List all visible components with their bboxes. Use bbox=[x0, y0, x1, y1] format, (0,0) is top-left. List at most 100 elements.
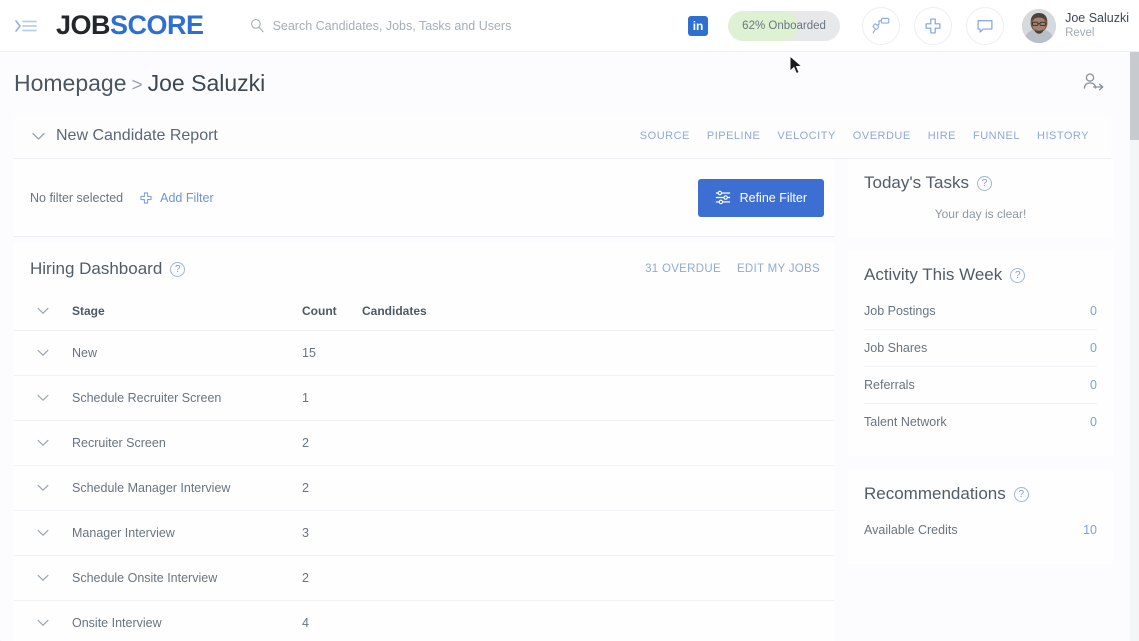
tab-hire[interactable]: HIRE bbox=[928, 130, 956, 142]
question-mark-icon[interactable]: ? bbox=[1010, 267, 1026, 283]
recommendations-value[interactable]: 10 bbox=[1083, 523, 1097, 537]
tab-source[interactable]: SOURCE bbox=[640, 130, 690, 142]
row-expand-cell[interactable] bbox=[14, 600, 72, 641]
chat-bubble-icon[interactable] bbox=[966, 6, 1005, 45]
row-candidates bbox=[362, 420, 482, 466]
activity-value[interactable]: 0 bbox=[1090, 304, 1097, 318]
logo-score: SCORE bbox=[110, 10, 204, 40]
report-tabs: SOURCE PIPELINE VELOCITY OVERDUE HIRE FU… bbox=[640, 130, 1111, 142]
breadcrumb: Homepage > Joe Saluzki bbox=[14, 70, 265, 97]
row-count[interactable]: 15 bbox=[302, 330, 362, 376]
user-company: Revel bbox=[1065, 27, 1095, 40]
expand-all-cell[interactable] bbox=[14, 295, 72, 331]
activity-label: Job Postings bbox=[864, 304, 936, 318]
row-count[interactable]: 3 bbox=[302, 510, 362, 556]
todays-tasks-panel: Today's Tasks ? Your day is clear! bbox=[848, 159, 1113, 237]
breadcrumb-separator: > bbox=[131, 74, 143, 96]
row-candidates bbox=[362, 330, 482, 376]
table-row[interactable]: Manager Interview 3 bbox=[14, 510, 834, 556]
row-stage: Onsite Interview bbox=[72, 600, 302, 641]
activity-row: Job Shares 0 bbox=[864, 330, 1097, 367]
jobscore-logo[interactable]: JOBSCORE bbox=[56, 12, 204, 39]
tab-overdue[interactable]: OVERDUE bbox=[853, 130, 911, 142]
row-spacer bbox=[482, 375, 834, 421]
paint-roller-icon[interactable] bbox=[862, 6, 901, 45]
row-candidates bbox=[362, 555, 482, 601]
tab-history[interactable]: HISTORY bbox=[1037, 130, 1089, 142]
column-header-stage: Stage bbox=[72, 295, 302, 331]
onboarding-progress-label: 62% Onboarded bbox=[742, 19, 826, 32]
tab-funnel[interactable]: FUNNEL bbox=[973, 130, 1020, 142]
activity-value[interactable]: 0 bbox=[1090, 415, 1097, 429]
tab-velocity[interactable]: VELOCITY bbox=[777, 130, 835, 142]
page-scrollbar[interactable] bbox=[1130, 52, 1139, 641]
chevron-down-icon[interactable] bbox=[37, 304, 49, 318]
recommendations-title: Recommendations bbox=[864, 484, 1006, 503]
right-sidebar: Today's Tasks ? Your day is clear! Activ… bbox=[848, 159, 1113, 578]
row-count[interactable]: 1 bbox=[302, 375, 362, 421]
row-candidates bbox=[362, 465, 482, 511]
chevron-down-icon[interactable] bbox=[37, 391, 49, 405]
edit-my-jobs-link[interactable]: EDIT MY JOBS bbox=[737, 263, 820, 275]
row-stage: Recruiter Screen bbox=[72, 420, 302, 466]
refine-filter-label: Refine Filter bbox=[739, 190, 807, 205]
chevron-down-icon[interactable] bbox=[37, 346, 49, 360]
row-expand-cell[interactable] bbox=[14, 555, 72, 601]
row-stage: Schedule Recruiter Screen bbox=[72, 375, 302, 421]
chevron-down-icon[interactable] bbox=[37, 571, 49, 585]
table-row[interactable]: Onsite Interview 4 bbox=[14, 600, 834, 641]
report-title: New Candidate Report bbox=[56, 127, 218, 144]
row-count[interactable]: 2 bbox=[302, 420, 362, 466]
linkedin-icon[interactable]: in bbox=[688, 15, 709, 36]
table-row[interactable]: Schedule Manager Interview 2 bbox=[14, 465, 834, 511]
row-count[interactable]: 4 bbox=[302, 600, 362, 641]
row-spacer bbox=[482, 555, 834, 601]
recommendations-label: Available Credits bbox=[864, 523, 958, 537]
table-row[interactable]: New 15 bbox=[14, 330, 834, 376]
global-search[interactable] bbox=[250, 18, 689, 33]
row-count[interactable]: 2 bbox=[302, 555, 362, 601]
table-row[interactable]: Recruiter Screen 2 bbox=[14, 420, 834, 466]
scrollbar-thumb[interactable] bbox=[1130, 52, 1139, 140]
row-count[interactable]: 2 bbox=[302, 465, 362, 511]
add-filter-button[interactable]: Add Filter bbox=[139, 191, 214, 205]
tab-pipeline[interactable]: PIPELINE bbox=[707, 130, 761, 142]
question-mark-icon[interactable]: ? bbox=[976, 175, 992, 191]
breadcrumb-home[interactable]: Homepage bbox=[14, 70, 127, 97]
chevron-down-icon[interactable] bbox=[37, 481, 49, 495]
user-switch-icon[interactable] bbox=[1081, 72, 1107, 99]
overdue-link[interactable]: 31 OVERDUE bbox=[645, 263, 721, 275]
row-expand-cell[interactable] bbox=[14, 465, 72, 511]
activity-value[interactable]: 0 bbox=[1090, 378, 1097, 392]
hiring-dashboard-links: 31 OVERDUE EDIT MY JOBS bbox=[645, 263, 830, 275]
stages-table-body: New 15 Schedule Recruiter Screen 1 Recru… bbox=[14, 330, 834, 641]
row-candidates bbox=[362, 375, 482, 421]
search-input[interactable] bbox=[272, 18, 603, 33]
chevron-down-icon[interactable] bbox=[37, 526, 49, 540]
row-expand-cell[interactable] bbox=[14, 375, 72, 421]
row-expand-cell[interactable] bbox=[14, 510, 72, 556]
add-filter-label: Add Filter bbox=[160, 190, 214, 205]
stages-table-header-row: Stage Count Candidates bbox=[14, 295, 834, 331]
chevron-down-icon[interactable] bbox=[37, 436, 49, 450]
plus-icon[interactable] bbox=[914, 6, 953, 45]
report-title-toggle[interactable]: New Candidate Report bbox=[32, 127, 218, 145]
plus-icon bbox=[140, 191, 152, 204]
table-row[interactable]: Schedule Onsite Interview 2 bbox=[14, 555, 834, 601]
activity-label: Referrals bbox=[864, 378, 915, 392]
activity-value[interactable]: 0 bbox=[1090, 341, 1097, 355]
row-expand-cell[interactable] bbox=[14, 420, 72, 466]
sidebar-collapse-icon[interactable] bbox=[0, 18, 52, 34]
user-menu[interactable]: Joe Saluzki Revel bbox=[1022, 8, 1129, 43]
onboarding-progress-pill[interactable]: 62% Onboarded bbox=[728, 10, 841, 41]
row-spacer bbox=[482, 330, 834, 376]
question-mark-icon[interactable]: ? bbox=[170, 261, 186, 277]
chevron-down-icon[interactable] bbox=[37, 616, 49, 630]
table-row[interactable]: Schedule Recruiter Screen 1 bbox=[14, 375, 834, 421]
question-mark-icon[interactable]: ? bbox=[1013, 486, 1029, 502]
hiring-dashboard-card: Hiring Dashboard ? 31 OVERDUE EDIT MY JO… bbox=[14, 243, 834, 641]
activity-row: Referrals 0 bbox=[864, 367, 1097, 404]
refine-filter-button[interactable]: Refine Filter bbox=[697, 178, 824, 217]
activity-row: Job Postings 0 bbox=[864, 293, 1097, 330]
row-expand-cell[interactable] bbox=[14, 330, 72, 376]
